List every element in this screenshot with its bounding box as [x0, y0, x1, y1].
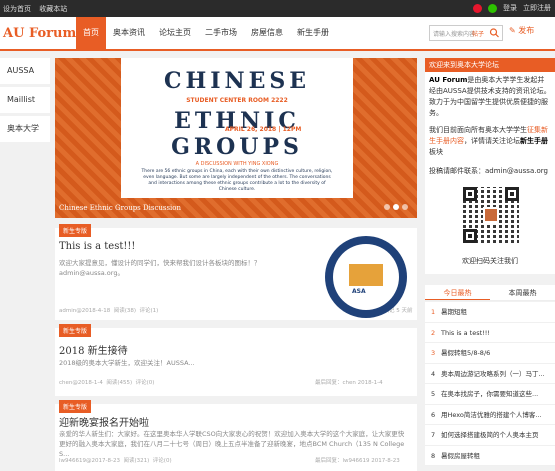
left-nav-maillist[interactable]: Maillist	[0, 87, 50, 113]
post-meta: admin@2018-4-18 阅读(38) 评论(1)	[59, 308, 159, 314]
hot-list-item[interactable]: 6 用Hexo简洁优雅的搭建个人博客...	[425, 405, 555, 425]
search-box[interactable]: 请输入搜索内容 帖子	[429, 25, 503, 41]
post-last-reply: 最后回复：chen 2018-1-4	[315, 380, 383, 386]
poster-body: There are 56 ethnic groups in China, eac…	[141, 169, 333, 192]
wechat-icon[interactable]	[488, 3, 497, 13]
carousel[interactable]: CHINESE STUDENT CENTER ROOM 2222 ETHNIC …	[55, 58, 417, 218]
email-label: 投稿请邮件联系：	[429, 167, 485, 175]
post-desc: 2018级的奥本大学新生，欢迎关注！AUSSA...	[59, 359, 195, 367]
post-comments: 评论(1)	[139, 308, 159, 314]
carousel-dots	[384, 204, 408, 210]
post-meta: chen@2018-1-4 阅读(455) 评论(0)	[59, 380, 155, 386]
hot-list-item[interactable]: 4 奥本周边游记攻略系列（一）马丁...	[425, 364, 555, 384]
intro2-pre: 我们目前面向所有奥本大学学生	[429, 126, 527, 134]
sidebar-intro-2: 我们目前面向所有奥本大学学生征集新生手册内容，详情请关注论坛新生手册板块	[425, 122, 555, 161]
hot-list: 1 暑期短租 2 This is a test!!! 3 暑假转租5/8-8/6 4奥…	[425, 302, 555, 466]
post-date: 2017-8-23	[91, 458, 120, 464]
top-bar: 设为首页 收藏本站 登录 立即注册	[0, 0, 555, 17]
search-icon[interactable]	[489, 28, 500, 38]
post-badge[interactable]: 新生专版	[59, 400, 92, 413]
poster-location: STUDENT CENTER ROOM 2222	[186, 97, 288, 104]
bookmark-link[interactable]: 收藏本站	[39, 5, 67, 13]
search-input[interactable]: 请输入搜索内容	[433, 31, 475, 38]
post-badge[interactable]: 新生专版	[59, 224, 92, 237]
post-card[interactable]: 新生专版 迎新晚宴报名开始啦 亲爱的华人新生们：大家好。在这里奥本华人学联CSO…	[55, 400, 417, 471]
left-nav-auburn[interactable]: 奥本大学	[0, 116, 50, 142]
post-title[interactable]: 2018 新生接待	[59, 342, 128, 357]
qr-caption: 欢迎扫码关注我们	[462, 257, 518, 265]
nav-menu: 首页 奥本资讯 论坛主页 二手市场 房屋信息 新生手册	[76, 17, 336, 49]
tab-today-hot[interactable]: 今日最热	[425, 285, 490, 300]
hot-list-item[interactable]: 2 This is a test!!!	[425, 323, 555, 343]
hot-list-item[interactable]: 5 在奥本找房子，你需要知道这些...	[425, 384, 555, 405]
email-link[interactable]: admin@aussa.org	[485, 167, 548, 175]
post-desc: 亲爱的华人新生们：大家好。在这里奥本华人学联CSO向大家衷心的祝贺！欢迎加入奥本…	[59, 430, 405, 458]
handbook-board-link[interactable]: 新生手册	[520, 137, 548, 145]
left-nav-aussa[interactable]: AUSSA	[0, 58, 50, 84]
post-card[interactable]: 新生专版 This is a test!!! 欢迎大家提意见，懂设计的同学们，快…	[55, 224, 417, 320]
sidebar-intro: AU Forum是由奥本大学学生发起并经由AUSSA提供技术支持的资讯论坛。致力…	[425, 72, 555, 122]
post-views: 阅读(455)	[106, 380, 133, 386]
seal-text: ASA	[352, 288, 366, 295]
login-link[interactable]: 登录	[503, 3, 517, 13]
register-link[interactable]: 立即注册	[523, 3, 551, 13]
post-title[interactable]: 迎新晚宴报名开始啦	[59, 414, 149, 429]
poster-date: APRIL 26, 2018 | 12PM	[225, 126, 302, 133]
hot-tabs: 今日最热 本周最热	[425, 285, 555, 301]
carousel-dot-3[interactable]	[402, 204, 408, 210]
aussa-seal-image[interactable]: ASA	[325, 236, 407, 318]
main-nav: AU Forum 首页 奥本资讯 论坛主页 二手市场 房屋信息 新生手册 请输入…	[0, 17, 555, 51]
post-author[interactable]: chen	[59, 380, 72, 386]
carousel-dot-1[interactable]	[384, 204, 390, 210]
carousel-dot-2[interactable]	[393, 204, 399, 210]
set-home-link[interactable]: 设为首页	[3, 5, 31, 13]
post-title[interactable]: This is a test!!!	[59, 241, 135, 252]
left-nav: AUSSA Maillist 奥本大学	[0, 58, 50, 145]
post-views: 阅读(321)	[123, 458, 150, 464]
post-desc: 欢迎大家提意见，懂设计的同学们，快来帮我们设计各板块的图标！？ admin@au…	[59, 259, 261, 277]
weibo-icon[interactable]	[473, 3, 482, 13]
carousel-caption[interactable]: Chinese Ethnic Groups Discussion	[59, 204, 181, 212]
hot-list-item[interactable]: 3 暑假转租5/8-8/6	[425, 343, 555, 364]
post-author[interactable]: lw946619	[59, 458, 86, 464]
post-comments: 评论(0)	[135, 380, 155, 386]
nav-item-forum[interactable]: 论坛主页	[152, 17, 198, 49]
post-meta: lw946619@2017-8-23 阅读(321) 评论(0)	[59, 458, 172, 464]
publish-label: 发布	[518, 26, 535, 35]
nav-item-housing[interactable]: 房屋信息	[244, 17, 290, 49]
intro2-post: ，详情请关注论坛	[464, 137, 520, 145]
poster-line1: CHINESE	[163, 68, 311, 94]
sidebar-contact: 投稿请邮件联系：admin@aussa.org	[425, 161, 555, 180]
post-comments: 评论(0)	[152, 458, 172, 464]
publish-button[interactable]: ✎ 发布	[509, 25, 534, 36]
intro-brand: AU Forum	[429, 76, 468, 84]
carousel-poster[interactable]: CHINESE STUDENT CENTER ROOM 2222 ETHNIC …	[121, 58, 353, 198]
hot-list-item[interactable]: 8 暑假房屋转租	[425, 446, 555, 466]
site-logo[interactable]: AU Forum	[3, 26, 76, 41]
post-date: 2018-4-18	[81, 308, 111, 314]
post-badge[interactable]: 新生专版	[59, 324, 92, 337]
poster-subtitle: A DISCUSSION WITH YING XIONG	[195, 161, 279, 167]
post-author[interactable]: admin	[59, 308, 76, 314]
sidebar-heading: 欢迎来到奥本大学论坛	[425, 58, 555, 72]
hot-list-item[interactable]: 1 暑期短租	[425, 302, 555, 323]
nav-item-handbook[interactable]: 新生手册	[290, 17, 336, 49]
search-type-select[interactable]: 帖子	[472, 29, 484, 38]
post-last-reply: 最后回复：lw946619 2017-8-23	[315, 458, 400, 464]
edit-icon: ✎	[509, 26, 516, 35]
nav-item-market[interactable]: 二手市场	[198, 17, 244, 49]
poster-line3: GROUPS	[171, 134, 303, 160]
qr-logo-icon	[483, 207, 499, 223]
hot-list-item[interactable]: 7 如何选择搭建极简的个人奥本主页	[425, 425, 555, 446]
page-root: { "topbar":{"set_home":"设为首页","bookmark"…	[0, 0, 555, 471]
intro2-end: 板块	[429, 148, 443, 156]
nav-item-home[interactable]: 首页	[76, 17, 106, 49]
nav-item-news[interactable]: 奥本资讯	[106, 17, 152, 49]
post-views: 阅读(38)	[113, 308, 136, 314]
post-card[interactable]: 新生专版 2018 新生接待 2018级的奥本大学新生，欢迎关注！AUSSA..…	[55, 324, 417, 396]
qr-code-image	[460, 184, 522, 246]
post-date: 2018-1-4	[77, 380, 103, 386]
tab-week-hot[interactable]: 本周最热	[490, 285, 555, 300]
